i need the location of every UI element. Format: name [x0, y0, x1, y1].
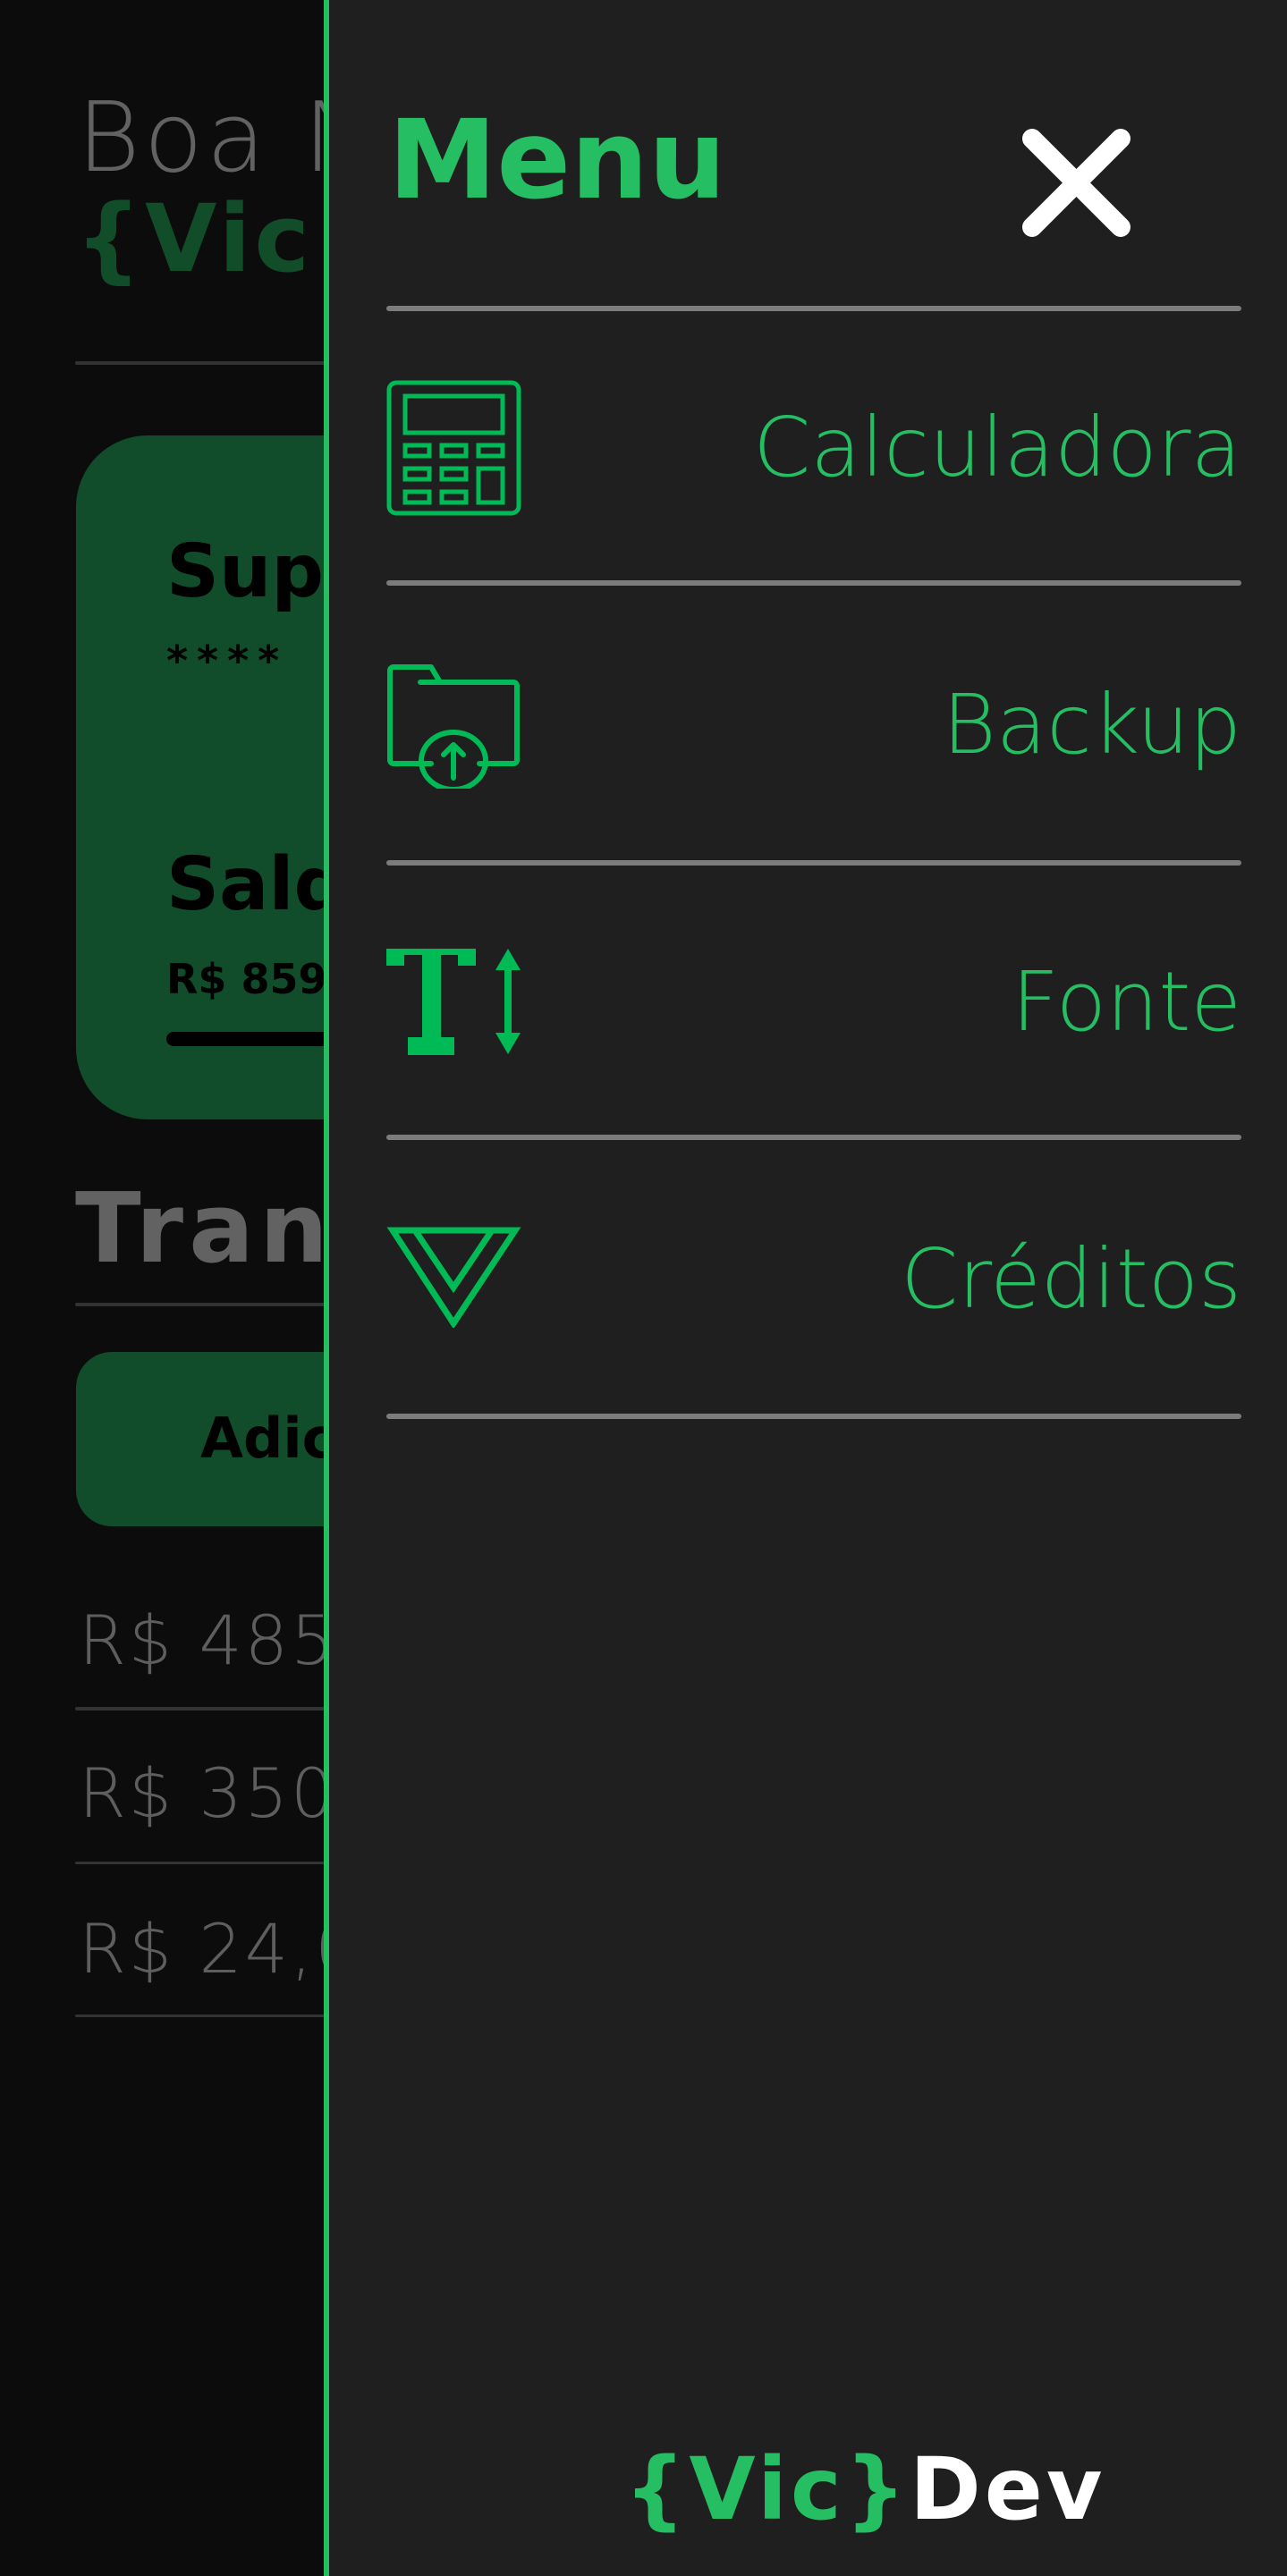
menu-item-creditos[interactable]: Créditos	[386, 1176, 1241, 1381]
brand-logo-white: Dev	[910, 2439, 1106, 2539]
credits-triangle-icon	[386, 1227, 521, 1331]
menu-divider	[386, 306, 1241, 311]
calculator-icon	[386, 380, 521, 519]
menu-item-label: Calculadora	[753, 400, 1241, 495]
menu-divider	[386, 580, 1241, 586]
card-title: Sup	[166, 529, 325, 614]
transaction-row[interactable]: R$ 24,0	[79, 1909, 361, 1989]
menu-item-label: Backup	[942, 677, 1241, 773]
transaction-row[interactable]: R$ 350	[79, 1753, 336, 1833]
balance-value: R$ 859	[166, 955, 327, 1003]
brand-logo: {Vic}Dev	[624, 2439, 1105, 2539]
font-size-icon	[386, 949, 521, 1060]
folder-upload-icon	[386, 663, 521, 792]
menu-divider	[386, 860, 1241, 866]
menu-item-calculadora[interactable]: Calculadora	[386, 344, 1241, 550]
transaction-row[interactable]: R$ 485	[79, 1600, 336, 1680]
menu-divider	[386, 1135, 1241, 1140]
brand-logo-green: {Vic}	[624, 2439, 910, 2539]
close-icon[interactable]	[1020, 126, 1133, 240]
balance-label: Sald	[166, 842, 347, 927]
menu-title: Menu	[388, 97, 726, 224]
menu-item-fonte[interactable]: Fonte	[386, 899, 1241, 1104]
menu-item-label: Créditos	[901, 1231, 1241, 1327]
card-masked-number: ****	[166, 637, 289, 685]
menu-divider	[386, 1414, 1241, 1419]
add-button-label: Adic	[200, 1406, 335, 1471]
menu-item-label: Fonte	[1012, 954, 1241, 1050]
side-menu-drawer: Menu Calculadora Backup Fonte Créditos {…	[324, 0, 1287, 2576]
menu-item-backup[interactable]: Backup	[386, 621, 1241, 827]
